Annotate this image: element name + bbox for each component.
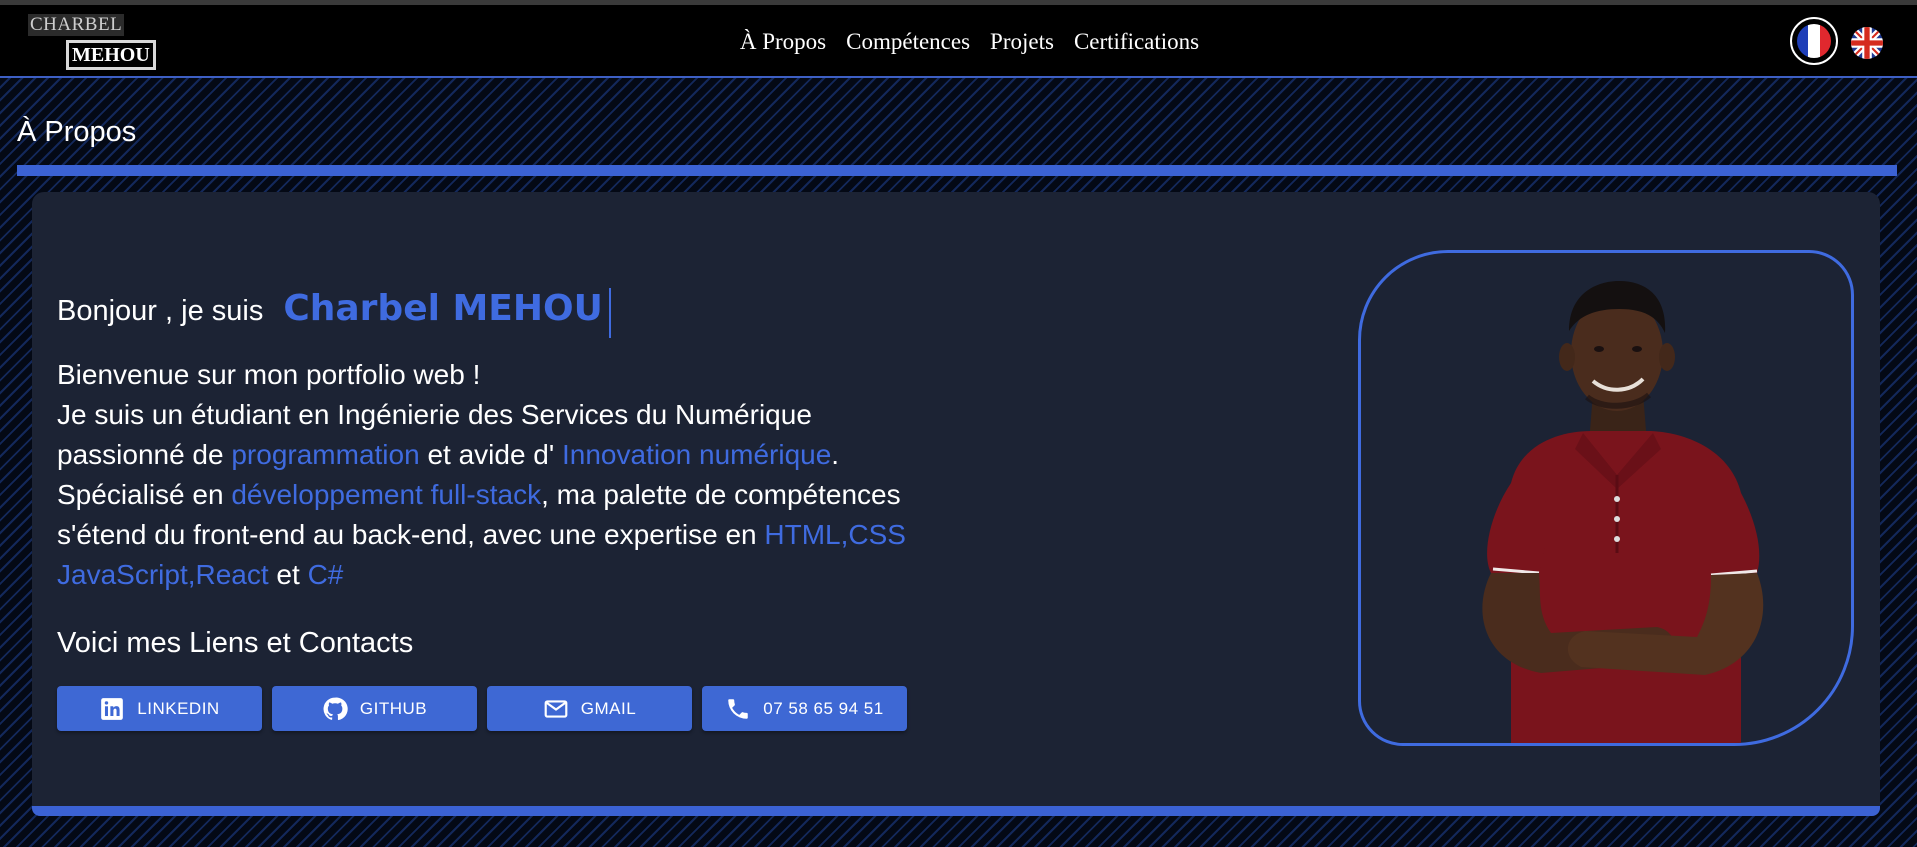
github-icon xyxy=(323,697,348,720)
bio-line: Spécialisé en développement full-stack, … xyxy=(57,475,1017,515)
linkedin-button[interactable]: LINKEDIN xyxy=(57,686,262,731)
phone-label: 07 58 65 94 51 xyxy=(763,698,884,718)
flag-france-icon[interactable] xyxy=(1790,17,1838,65)
highlight-html-css: HTML,CSS xyxy=(764,519,906,550)
typing-caret xyxy=(608,288,611,338)
phone-button[interactable]: 07 58 65 94 51 xyxy=(702,686,907,731)
bio-text-span: , ma palette de compétences xyxy=(541,479,901,510)
flag-uk-icon[interactable] xyxy=(1851,27,1883,59)
gmail-label: GMAIL xyxy=(580,698,637,718)
bio-line: passionné de programmation et avide d' I… xyxy=(57,435,1017,475)
highlight-js-react: JavaScript,React xyxy=(57,559,269,590)
phone-icon xyxy=(728,698,749,719)
nav-skills[interactable]: Compétences xyxy=(846,29,970,55)
mail-icon xyxy=(544,699,568,718)
section-title: À Propos xyxy=(17,116,137,148)
bio-text-span: s'étend du front-end au back-end, avec u… xyxy=(57,519,765,550)
bio-line: Bienvenue sur mon portfolio web ! xyxy=(57,359,481,390)
bio-text-span: et avide d' xyxy=(419,439,562,470)
bio-line: Je suis un étudiant en Ingénierie des Se… xyxy=(57,399,812,430)
linkedin-icon xyxy=(101,697,124,720)
highlight-csharp: C# xyxy=(307,559,344,590)
highlight-fullstack: développement full-stack xyxy=(231,479,542,510)
github-button[interactable]: GITHUB xyxy=(272,686,477,731)
nav-certifications[interactable]: Certifications xyxy=(1074,29,1199,55)
links-title: Voici mes Liens et Contacts xyxy=(57,627,414,659)
card-bottom-border xyxy=(32,806,1880,816)
nav-about[interactable]: À Propos xyxy=(740,29,826,55)
bio-line: s'étend du front-end au back-end, avec u… xyxy=(57,515,1017,555)
navbar: CHARBEL MEHOU À Propos Compétences Proje… xyxy=(0,5,1917,78)
hero-name: Charbel MEHOU xyxy=(283,288,603,329)
profile-photo-illustration xyxy=(1482,281,1764,743)
greeting-intro: Bonjour , je suis xyxy=(57,295,264,327)
bio-text: Bienvenue sur mon portfolio web ! Je sui… xyxy=(57,355,1017,595)
bio-line: JavaScript,React et C# xyxy=(57,555,1017,595)
highlight-innovation: Innovation numérique xyxy=(562,439,832,470)
bio-text-span: et xyxy=(268,559,308,590)
main-nav: À Propos Compétences Projets Certificati… xyxy=(0,5,1917,78)
greeting: Bonjour , je suis Charbel MEHOU xyxy=(57,288,611,338)
bio-text-span: . xyxy=(831,439,840,470)
profile-photo xyxy=(1358,250,1854,746)
linkedin-label: LINKEDIN xyxy=(137,698,220,718)
highlight-programming: programmation xyxy=(231,439,420,470)
section-divider xyxy=(17,165,1897,176)
github-label: GITHUB xyxy=(359,698,428,718)
contact-buttons: LINKEDIN GITHUB GMAIL 07 58 65 94 51 xyxy=(57,686,907,731)
gmail-button[interactable]: GMAIL xyxy=(487,686,692,731)
nav-projects[interactable]: Projets xyxy=(990,29,1054,55)
bio-text-span: passionné de xyxy=(57,439,232,470)
bio-text-span: Spécialisé en xyxy=(57,479,232,510)
